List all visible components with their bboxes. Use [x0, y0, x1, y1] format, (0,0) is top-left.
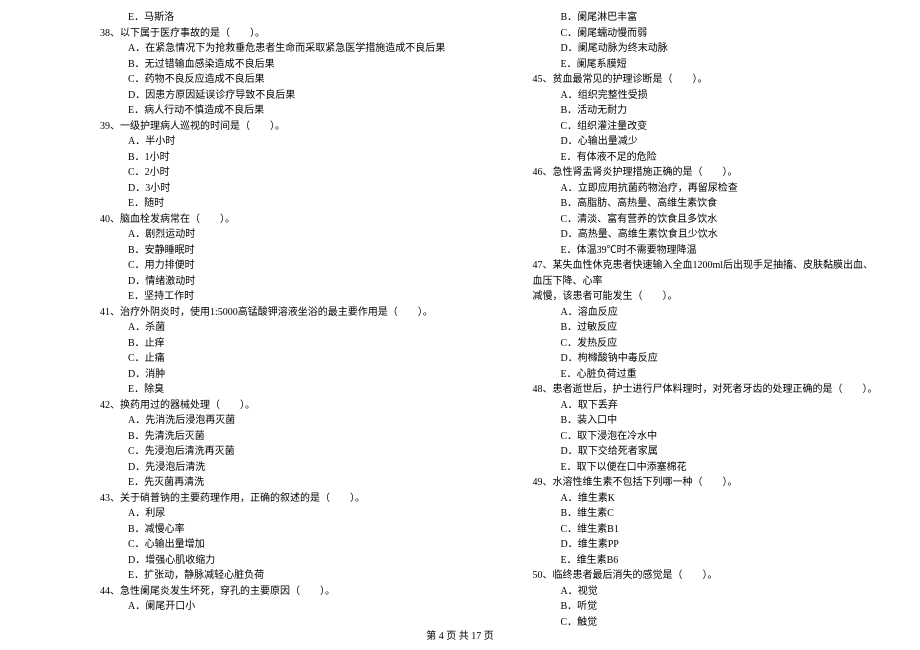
- option-38a: A．在紧急情况下为抢救垂危患者生命而采取紧急医学措施造成不良后果: [100, 41, 448, 57]
- option-41c: C．止痛: [100, 351, 448, 367]
- page-container: E．马斯洛 38、以下属于医疗事故的是（ ）。 A．在紧急情况下为抢救垂危患者生…: [0, 0, 920, 620]
- option-47b: B．过敏反应: [533, 320, 881, 336]
- option-40d: D．情绪激动时: [100, 274, 448, 290]
- option-42a: A．先消洗后浸泡再灭菌: [100, 413, 448, 429]
- option-38c: C．药物不良反应造成不良后果: [100, 72, 448, 88]
- option-44a: A．阑尾开口小: [100, 599, 448, 615]
- option-49c: C．维生素B1: [533, 522, 881, 538]
- option-46c: C．清淡、富有营养的饮食且多饮水: [533, 212, 881, 228]
- question-38: 38、以下属于医疗事故的是（ ）。: [100, 26, 448, 42]
- option-38b: B．无过错输血感染造成不良后果: [100, 57, 448, 73]
- option-40b: B．安静睡眠时: [100, 243, 448, 259]
- option-47d: D．枸橼酸钠中毒反应: [533, 351, 881, 367]
- option-40c: C．用力排便时: [100, 258, 448, 274]
- left-column: E．马斯洛 38、以下属于医疗事故的是（ ）。 A．在紧急情况下为抢救垂危患者生…: [0, 10, 473, 620]
- option-49d: D．维生素PP: [533, 537, 881, 553]
- question-40: 40、脑血栓发病常在（ ）。: [100, 212, 448, 228]
- option-48d: D．取下交给死者家属: [533, 444, 881, 460]
- question-48: 48、患者逝世后，护士进行尸体料理时，对死者牙齿的处理正确的是（ ）。: [533, 382, 881, 398]
- option-47c: C．发热反应: [533, 336, 881, 352]
- option-49b: B．维生素C: [533, 506, 881, 522]
- option-46a: A．立即应用抗菌药物治疗，再留尿检查: [533, 181, 881, 197]
- question-46: 46、急性肾盂肾炎护理措施正确的是（ ）。: [533, 165, 881, 181]
- option-46d: D．高热量、高维生素饮食且少饮水: [533, 227, 881, 243]
- option-43b: B．减慢心率: [100, 522, 448, 538]
- question-50: 50、临终患者最后消失的感觉是（ ）。: [533, 568, 881, 584]
- option-45b: B．活动无耐力: [533, 103, 881, 119]
- option-43d: D．增强心肌收缩力: [100, 553, 448, 569]
- option-44e: E．阑尾系膜短: [533, 57, 881, 73]
- option-41b: B．止痒: [100, 336, 448, 352]
- option-43e: E．扩张动，静脉减轻心脏负荷: [100, 568, 448, 584]
- option-38d: D．因患方原因延误诊疗导致不良后果: [100, 88, 448, 104]
- option-44c: C．阑尾蠕动慢而弱: [533, 26, 881, 42]
- option-41d: D．消肿: [100, 367, 448, 383]
- question-42: 42、换药用过的器械处理（ ）。: [100, 398, 448, 414]
- option-50b: B．听觉: [533, 599, 881, 615]
- option-40e: E．坚持工作时: [100, 289, 448, 305]
- option-48e: E．取下以便在口中添塞棉花: [533, 460, 881, 476]
- option-42d: D．先浸泡后清洗: [100, 460, 448, 476]
- option-39c: C．2小时: [100, 165, 448, 181]
- option-47a: A．溶血反应: [533, 305, 881, 321]
- question-43: 43、关于硝普钠的主要药理作用，正确的叙述的是（ ）。: [100, 491, 448, 507]
- option-41a: A．杀菌: [100, 320, 448, 336]
- option-42e: E．先灭菌再清洗: [100, 475, 448, 491]
- option-38e: E．病人行动不慎造成不良后果: [100, 103, 448, 119]
- option-41e: E．除臭: [100, 382, 448, 398]
- question-47: 47、某失血性休克患者快速输入全血1200ml后出现手足抽搐、皮肤黏膜出血、血压…: [533, 258, 881, 289]
- option-43c: C．心输出量增加: [100, 537, 448, 553]
- option-45c: C．组织灌注量改变: [533, 119, 881, 135]
- question-39: 39、一级护理病人巡视的时间是（ ）。: [100, 119, 448, 135]
- question-47-cont: 减慢，该患者可能发生（ ）。: [533, 289, 881, 305]
- option-45a: A．组织完整性受损: [533, 88, 881, 104]
- option-39a: A．半小时: [100, 134, 448, 150]
- option-48a: A．取下丢弃: [533, 398, 881, 414]
- option-44d: D．阑尾动脉为终末动脉: [533, 41, 881, 57]
- option-49e: E．维生素B6: [533, 553, 881, 569]
- option-45d: D．心输出量减少: [533, 134, 881, 150]
- option-46e: E．体温39℃时不需要物理降温: [533, 243, 881, 259]
- option-48c: C．取下浸泡在冷水中: [533, 429, 881, 445]
- option-42c: C．先浸泡后清洗再灭菌: [100, 444, 448, 460]
- option-45e: E．有体液不足的危险: [533, 150, 881, 166]
- page-footer: 第 4 页 共 17 页: [0, 627, 920, 642]
- option-47e: E．心脏负荷过重: [533, 367, 881, 383]
- option-39e: E．随时: [100, 196, 448, 212]
- question-44: 44、急性阑尾炎发生坏死，穿孔的主要原因（ ）。: [100, 584, 448, 600]
- question-41: 41、治疗外阴炎时，使用1:5000高锰酸钾溶液坐浴的最主要作用是（ ）。: [100, 305, 448, 321]
- option-50a: A．视觉: [533, 584, 881, 600]
- right-column: B．阑尾淋巴丰富 C．阑尾蠕动慢而弱 D．阑尾动脉为终末动脉 E．阑尾系膜短 4…: [473, 10, 920, 620]
- option-40a: A．剧烈运动时: [100, 227, 448, 243]
- option-37e: E．马斯洛: [100, 10, 448, 26]
- option-46b: B．高脂肪、高热量、高维生素饮食: [533, 196, 881, 212]
- option-39b: B．1小时: [100, 150, 448, 166]
- option-39d: D．3小时: [100, 181, 448, 197]
- question-45: 45、贫血最常见的护理诊断是（ ）。: [533, 72, 881, 88]
- option-42b: B．先清洗后灭菌: [100, 429, 448, 445]
- option-48b: B．装入口中: [533, 413, 881, 429]
- option-44b: B．阑尾淋巴丰富: [533, 10, 881, 26]
- option-49a: A．维生素K: [533, 491, 881, 507]
- question-49: 49、水溶性维生素不包括下列哪一种（ ）。: [533, 475, 881, 491]
- option-43a: A．利尿: [100, 506, 448, 522]
